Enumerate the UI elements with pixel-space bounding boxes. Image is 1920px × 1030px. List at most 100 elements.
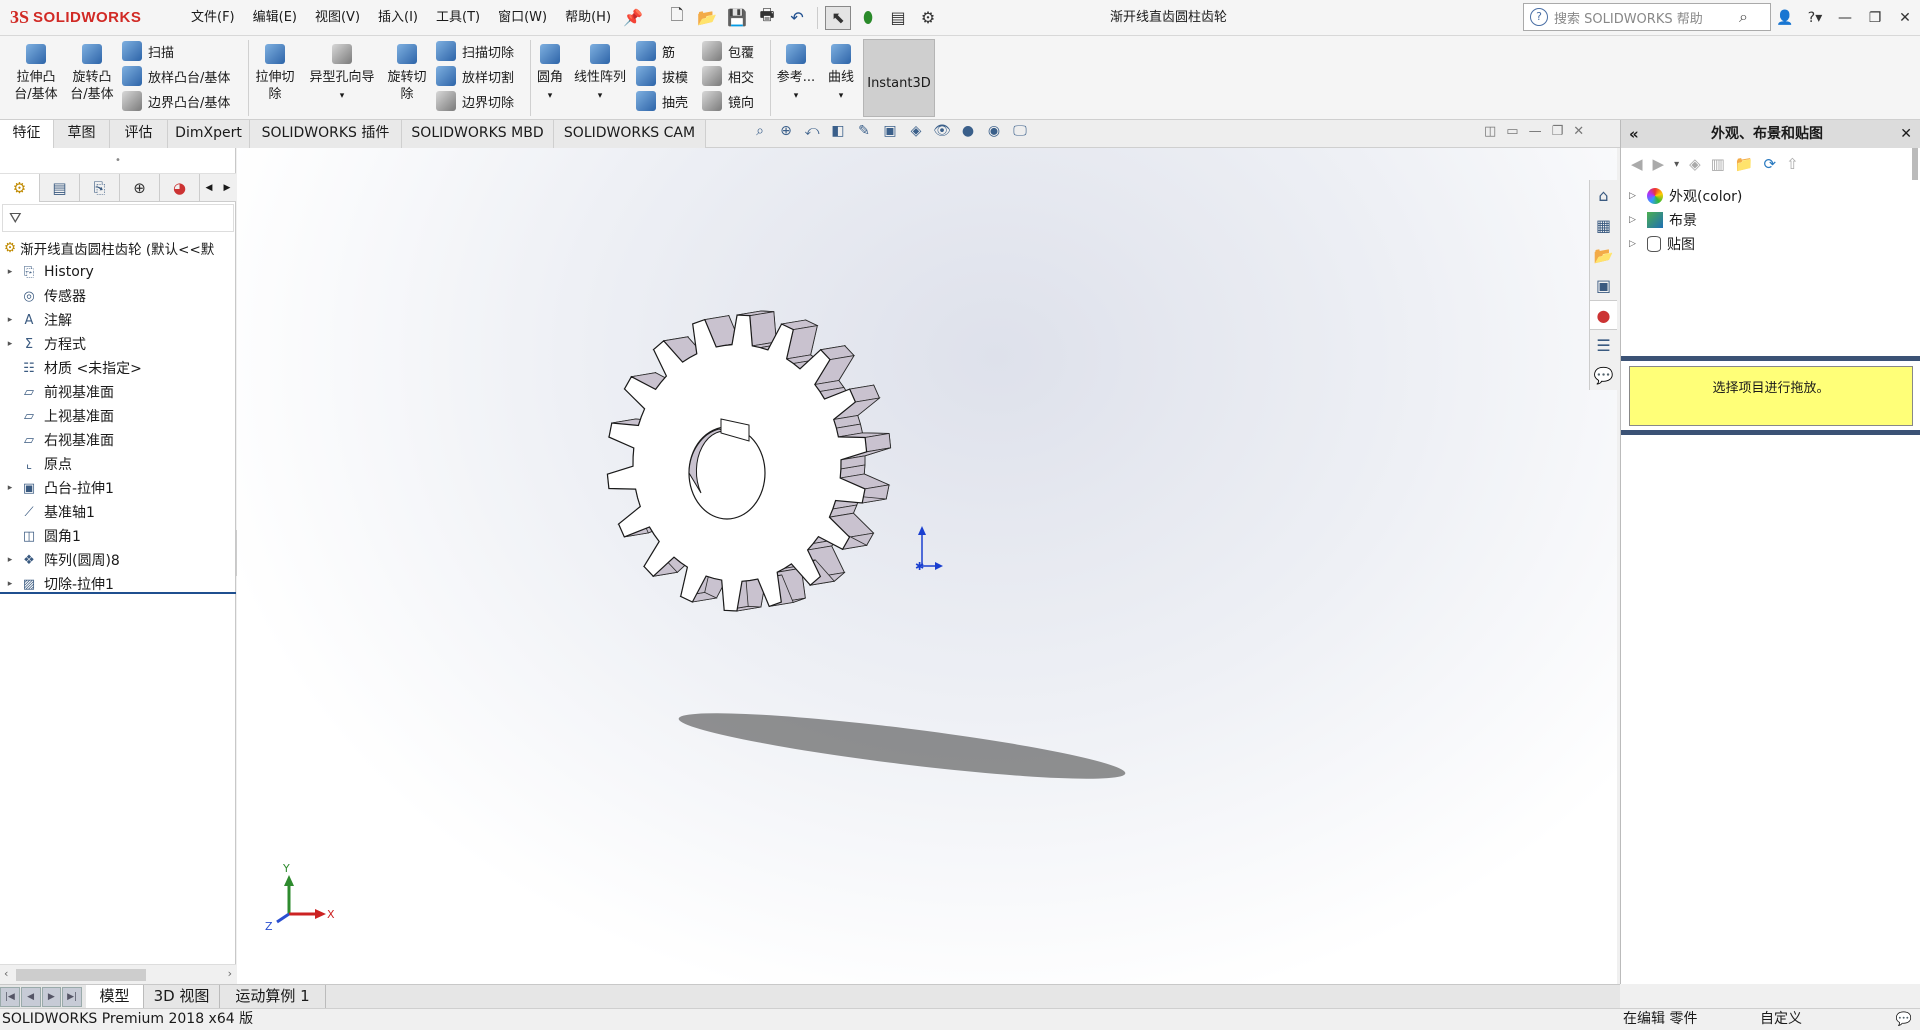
mirror-button[interactable]: 镜向 <box>702 89 754 113</box>
rollback-bar[interactable] <box>0 592 236 594</box>
shell-button[interactable]: 抽壳 <box>636 89 688 113</box>
tree-item[interactable]: ▸ A 注解 <box>0 308 236 332</box>
extrude-boss-button[interactable]: 拉伸凸台/基体 <box>8 44 64 103</box>
solidworks-resources-icon[interactable]: ⌂ <box>1590 180 1617 210</box>
first-tab-icon[interactable]: |◀ <box>0 987 20 1007</box>
wrap-button[interactable]: 包覆 <box>702 39 754 63</box>
tab-scroll-right-icon[interactable]: ▶ <box>218 174 236 202</box>
search-icon[interactable]: ⌕ <box>1739 7 1748 27</box>
revolve-boss-button[interactable]: 旋转凸台/基体 <box>64 44 120 103</box>
save-icon[interactable]: 💾 <box>724 6 750 30</box>
tab-dimxpert[interactable]: DimXpert <box>168 120 250 148</box>
viewport-restore-icon[interactable]: ❐ <box>1552 124 1564 139</box>
previous-view-icon[interactable]: ⤺ <box>802 123 822 143</box>
horizontal-scrollbar[interactable]: ‹ › <box>0 964 236 984</box>
boundary-boss-button[interactable]: 边界凸台/基体 <box>122 89 230 113</box>
tree-item[interactable]: ▱ 右视基准面 <box>0 428 236 452</box>
menu-view[interactable]: 视图(V) <box>306 0 369 36</box>
instant3d-button[interactable]: Instant3D <box>863 39 935 117</box>
help-menu-icon[interactable]: ?▾ <box>1800 10 1830 26</box>
tab-solidworks-addins[interactable]: SOLIDWORKS 插件 <box>250 120 402 148</box>
fillet-dropdown-icon[interactable]: ▾ <box>548 91 553 101</box>
tab-motion-study[interactable]: 运动算例 1 <box>220 985 326 1009</box>
refresh-icon[interactable]: ⟳ <box>1764 155 1777 173</box>
edit-appearance-icon[interactable]: ● <box>958 123 978 143</box>
collapse-task-pane-icon[interactable]: « <box>1629 120 1639 148</box>
expand-caret-icon[interactable]: ▸ <box>0 267 20 277</box>
menu-tools[interactable]: 工具(T) <box>427 0 489 36</box>
gear-model-svg[interactable]: ✱ Y X Z <box>237 148 1617 984</box>
options-gear-icon[interactable]: ⚙ <box>915 6 941 30</box>
curves-button[interactable]: 曲线 ▾ <box>822 44 860 105</box>
feature-tree-filter[interactable]: ⛛ <box>2 204 234 232</box>
pane-divider[interactable] <box>1621 356 1920 361</box>
sweep-button[interactable]: 扫描 <box>122 39 174 63</box>
sweep-cut-button[interactable]: 扫描切除 <box>436 39 514 63</box>
custom-properties-icon[interactable]: ☰ <box>1590 330 1617 360</box>
intersect-button[interactable]: 相交 <box>702 64 754 88</box>
viewport-minimize-icon[interactable]: — <box>1529 124 1542 139</box>
tree-item[interactable]: ▸ Σ 方程式 <box>0 332 236 356</box>
loft-cut-button[interactable]: 放样切割 <box>436 64 514 88</box>
expand-caret-icon[interactable]: ▸ <box>0 339 20 349</box>
tab-evaluate[interactable]: 评估 <box>110 120 168 148</box>
tree-root-part[interactable]: ⚙ 渐开线直齿圆柱齿轮 (默认<<默 <box>0 236 236 260</box>
pane-divider[interactable] <box>1621 430 1920 435</box>
dynamic-annotation-icon[interactable]: ✎ <box>854 123 874 143</box>
prev-tab-icon[interactable]: ◀ <box>20 987 41 1007</box>
tree-item[interactable]: ⌞ 原点 <box>0 452 236 476</box>
tree-item[interactable]: ▸ ▣ 凸台-拉伸1 <box>0 476 236 500</box>
up-level-icon[interactable]: ⇧ <box>1786 155 1799 173</box>
appearances-folder[interactable]: ▷ 外观(color) <box>1629 184 1742 208</box>
undo-icon[interactable]: ↶ <box>784 6 810 30</box>
reference-dropdown-icon[interactable]: ▾ <box>794 91 799 101</box>
tree-item[interactable]: ◫ 圆角1 <box>0 524 236 548</box>
solidworks-logo[interactable]: 3S SOLIDWORKS <box>0 0 168 36</box>
loft-boss-button[interactable]: 放样凸台/基体 <box>122 64 230 88</box>
apply-scene-icon[interactable]: ◉ <box>984 123 1004 143</box>
quick-tips-icon[interactable]: 💬 <box>1896 1009 1912 1030</box>
nav-dropdown-icon[interactable]: ▾ <box>1674 159 1679 170</box>
expand-caret-icon[interactable]: ▸ <box>0 555 20 565</box>
menu-help[interactable]: 帮助(H) <box>556 0 620 36</box>
expand-caret-icon[interactable]: ▸ <box>0 483 20 493</box>
menu-insert[interactable]: 插入(I) <box>369 0 427 36</box>
new-folder-icon[interactable]: 📁 <box>1735 155 1754 173</box>
new-document-icon[interactable]: 🗋 <box>664 5 690 30</box>
viewport-split-icon[interactable]: ◫ <box>1484 124 1496 139</box>
tab-sketch[interactable]: 草图 <box>54 120 110 148</box>
scenes-folder[interactable]: ▷ 布景 <box>1629 208 1742 232</box>
view-palette-icon[interactable]: ▣ <box>1590 270 1617 300</box>
user-account-icon[interactable]: 👤 <box>1770 10 1800 26</box>
view-settings-icon[interactable]: 🖵 <box>1010 123 1030 143</box>
property-manager-tab-icon[interactable]: ▤ <box>40 174 80 202</box>
expand-caret-icon[interactable]: ▸ <box>0 579 20 589</box>
boundary-cut-button[interactable]: 边界切除 <box>436 89 514 113</box>
tree-item[interactable]: ⟋ 基准轴1 <box>0 500 236 524</box>
task-pane-close-icon[interactable]: ✕ <box>1900 120 1912 148</box>
tree-item[interactable]: ◎ 传感器 <box>0 284 236 308</box>
viewport-tile-icon[interactable]: ▭ <box>1506 124 1518 139</box>
feature-manager-tab-icon[interactable]: ⚙ <box>0 174 40 202</box>
extrude-cut-button[interactable]: 拉伸切除 <box>252 44 298 103</box>
section-view-icon[interactable]: ◧ <box>828 123 848 143</box>
scroll-right-icon[interactable]: › <box>228 967 232 980</box>
add-to-library-icon[interactable]: ◈ <box>1689 155 1701 173</box>
tree-item[interactable]: ▸ ⎘ History <box>0 260 236 284</box>
next-tab-icon[interactable]: ▶ <box>41 987 62 1007</box>
panel-grip[interactable]: • <box>0 148 236 174</box>
rebuild-traffic-light-icon[interactable]: ⬮ <box>855 6 881 30</box>
help-search-box[interactable]: ? 搜索 SOLIDWORKS 帮助 ⌕ <box>1523 3 1771 31</box>
restore-icon[interactable]: ❐ <box>1860 10 1890 26</box>
draft-button[interactable]: 拔模 <box>636 64 688 88</box>
zoom-to-area-icon[interactable]: ⊕ <box>776 123 796 143</box>
close-icon[interactable]: ✕ <box>1890 10 1920 26</box>
tab-solidworks-mbd[interactable]: SOLIDWORKS MBD <box>402 120 554 148</box>
reference-geometry-button[interactable]: 参考... ▾ <box>774 44 818 105</box>
dimxpert-manager-tab-icon[interactable]: ⊕ <box>120 174 160 202</box>
tab-features[interactable]: 特征 <box>0 120 54 148</box>
decals-folder[interactable]: ▷ 贴图 <box>1629 232 1742 256</box>
task-pane-scrollbar[interactable] <box>1912 148 1918 180</box>
open-folder-icon[interactable]: 📂 <box>694 6 720 30</box>
tree-item[interactable]: ▱ 前视基准面 <box>0 380 236 404</box>
